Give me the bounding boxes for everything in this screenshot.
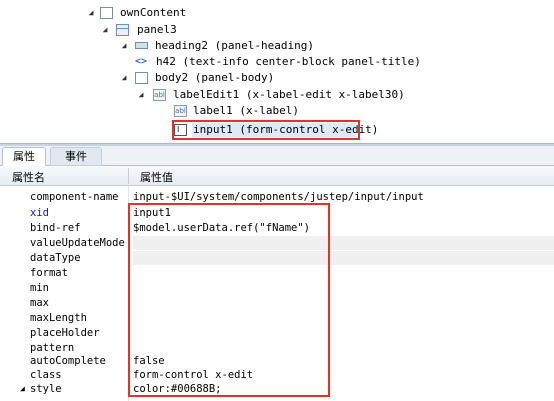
tab-properties[interactable]: 属性 [2, 147, 46, 166]
component-box-icon [100, 7, 113, 19]
tree-node-label1[interactable]: abl label1 (x-label) [174, 103, 374, 119]
header-property-name: 属性名 [12, 171, 45, 184]
property-name: style [30, 383, 62, 395]
property-row-component-name[interactable]: component-name input-$UI/system/componen… [0, 190, 554, 204]
property-name: bind-ref [30, 222, 81, 234]
property-name: format [30, 267, 68, 279]
property-name: class [30, 369, 62, 381]
component-box-icon [135, 72, 148, 84]
tree-node-label: labelEdit1 (x-label-edit x-label30) [173, 88, 405, 101]
tree-node-label: body2 (panel-body) [155, 71, 275, 84]
collapse-arrow-icon[interactable]: ◢ [100, 22, 110, 38]
collapse-arrow-icon[interactable]: ◢ [86, 5, 96, 21]
property-name: xid [30, 207, 49, 219]
panel-icon [116, 24, 129, 36]
property-grid-header: 属性名 属性值 [0, 166, 554, 186]
outline-tree: ◢ ownContent ◢ panel3 ◢ heading2 (panel-… [0, 0, 554, 143]
collapse-arrow-icon[interactable]: ◢ [136, 87, 146, 103]
property-name: valueUpdateMode [30, 237, 125, 249]
heading-icon [135, 42, 148, 49]
column-separator[interactable] [128, 168, 129, 184]
label-icon: abl [174, 105, 187, 117]
collapse-arrow-icon[interactable]: ◢ [119, 38, 129, 54]
property-name: dataType [30, 252, 81, 264]
property-name: autoComplete [30, 355, 106, 367]
code-tag-icon: <> [135, 56, 148, 67]
tree-node-label: ownContent [120, 6, 187, 19]
tree-node-heading2[interactable]: ◢ heading2 (panel-heading) [119, 38, 379, 54]
tree-node-label: h42 (text-info center-block panel-title) [156, 55, 421, 68]
tree-node-panel3[interactable]: ◢ panel3 [100, 22, 300, 38]
property-name: maxLength [30, 312, 87, 324]
value-highlight-box [128, 203, 330, 397]
tree-node-label: panel3 [137, 23, 177, 36]
properties-tab-bar: 属性 事件 [0, 146, 554, 166]
expand-arrow-icon[interactable]: ◢ [20, 382, 25, 396]
property-name: pattern [30, 342, 75, 354]
property-name: min [30, 282, 49, 294]
selection-highlight-box [172, 120, 360, 140]
tree-node-h42[interactable]: <> h42 (text-info center-block panel-tit… [135, 54, 435, 70]
tree-node-label: label1 (x-label) [193, 104, 299, 117]
header-property-value: 属性值 [140, 171, 173, 184]
tree-node-owncontent[interactable]: ◢ ownContent [86, 5, 286, 21]
property-name: max [30, 297, 49, 309]
property-name: placeHolder [30, 327, 100, 339]
property-value[interactable]: input-$UI/system/components/justep/input… [133, 190, 554, 204]
label-edit-icon: abl [153, 89, 166, 101]
tab-events[interactable]: 事件 [50, 147, 102, 166]
tree-node-body2[interactable]: ◢ body2 (panel-body) [119, 70, 319, 86]
tree-node-labeledit1[interactable]: ◢ abl labelEdit1 (x-label-edit x-label30… [136, 87, 405, 103]
collapse-arrow-icon[interactable]: ◢ [119, 70, 129, 86]
property-name: component-name [30, 191, 119, 203]
tree-node-label: heading2 (panel-heading) [155, 39, 314, 52]
